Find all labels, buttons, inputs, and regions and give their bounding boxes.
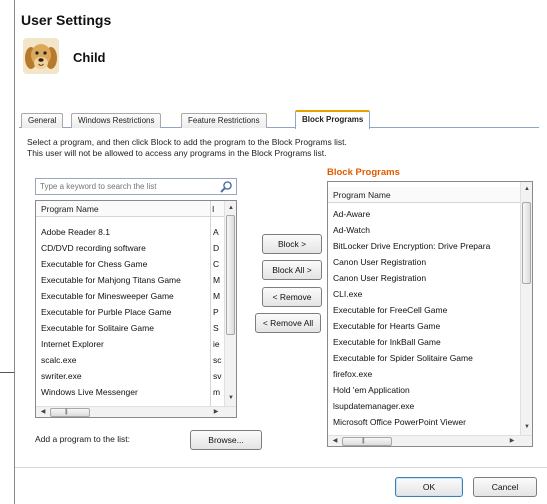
- footer-divider: [15, 467, 547, 468]
- search-icon[interactable]: [219, 180, 233, 194]
- list-item[interactable]: firefox.exe: [328, 367, 520, 382]
- list-item[interactable]: Executable for Spider Solitaire Game: [328, 351, 520, 366]
- list-item[interactable]: Windows Live Messenger: [36, 385, 206, 400]
- list-item-col2: S: [213, 323, 219, 333]
- scroll-thumb[interactable]: [522, 202, 531, 284]
- scroll-up-arrow-icon[interactable]: ▲: [521, 184, 532, 194]
- list-item[interactable]: Executable for InkBall Game: [328, 335, 520, 350]
- instructions-line-2: This user will not be allowed to access …: [27, 148, 327, 158]
- user-avatar: [23, 38, 59, 74]
- list-item-col2: sv: [213, 371, 222, 381]
- column-header-program-name[interactable]: Program Name: [41, 204, 99, 214]
- ok-button[interactable]: OK: [395, 477, 463, 497]
- program-search-box: [35, 178, 237, 195]
- list-item[interactable]: Ad-Aware: [328, 207, 520, 222]
- list-item[interactable]: lsupdatemanager.exe: [328, 399, 520, 414]
- list-item[interactable]: Executable for FreeCell Game: [328, 303, 520, 318]
- tab-feature-restrictions[interactable]: Feature Restrictions: [181, 113, 267, 128]
- available-programs-list[interactable]: Program Name I Adobe Reader 8.1 A CD/DVD…: [35, 200, 237, 418]
- list-item-col2: M: [213, 291, 221, 301]
- user-settings-window: User Settings Child General Windows Rest…: [14, 0, 547, 504]
- blocked-list-vertical-scrollbar[interactable]: ▲ ▼: [520, 182, 532, 435]
- scroll-right-arrow-icon[interactable]: ▶: [506, 436, 518, 446]
- list-item-col2: D: [213, 243, 220, 253]
- list-item[interactable]: Executable for Solitaire Game: [36, 321, 206, 336]
- available-list-horizontal-scrollbar[interactable]: ◀ ||| ▶: [36, 406, 236, 417]
- scroll-grip-icon: |||: [362, 438, 365, 444]
- list-item[interactable]: BitLocker Drive Encryption: Drive Prepar…: [328, 239, 520, 254]
- remove-all-button[interactable]: < Remove All: [255, 313, 321, 333]
- list-item[interactable]: Canon User Registration: [328, 255, 520, 270]
- scroll-left-arrow-icon[interactable]: ◀: [37, 407, 49, 417]
- block-button[interactable]: Block >: [262, 234, 322, 254]
- user-name: Child: [73, 50, 106, 65]
- list-item-col2: C: [213, 259, 220, 269]
- instructions-line-1: Select a program, and then click Block t…: [27, 137, 347, 147]
- list-item-col2: ie: [213, 339, 220, 349]
- blocked-list-horizontal-scrollbar[interactable]: ◀ ||| ▶: [328, 435, 532, 446]
- list-item-col2: A: [213, 227, 219, 237]
- tab-strip: General Windows Restrictions Feature Res…: [19, 110, 539, 129]
- window-title: User Settings: [21, 12, 112, 28]
- list-item[interactable]: Ad-Watch: [328, 223, 520, 238]
- scroll-right-arrow-icon[interactable]: ▶: [210, 407, 222, 417]
- available-list-header: Program Name I: [36, 201, 225, 217]
- list-item[interactable]: CLI.exe: [328, 287, 520, 302]
- block-all-button[interactable]: Block All >: [262, 260, 322, 280]
- list-item[interactable]: scalc.exe: [36, 353, 206, 368]
- scroll-thumb-horizontal[interactable]: |||: [50, 408, 90, 417]
- list-item[interactable]: CD/DVD recording software: [36, 241, 206, 256]
- column-header-second[interactable]: I: [212, 201, 214, 217]
- tab-block-programs[interactable]: Block Programs: [295, 110, 371, 129]
- list-item-col2: M: [213, 275, 221, 285]
- list-item[interactable]: Executable for Purble Place Game: [36, 305, 206, 320]
- remove-button[interactable]: < Remove: [262, 287, 322, 307]
- scroll-thumb-horizontal[interactable]: |||: [342, 437, 392, 446]
- list-item[interactable]: Adobe Reader 8.1: [36, 225, 206, 240]
- list-item[interactable]: Executable for Minesweeper Game: [36, 289, 206, 304]
- list-item[interactable]: Executable for Mahjong Titans Game: [36, 273, 206, 288]
- blocked-programs-list[interactable]: Program Name Ad-Aware Ad-Watch BitLocker…: [327, 181, 533, 447]
- program-search-input[interactable]: [36, 179, 212, 194]
- tab-windows-restrictions[interactable]: Windows Restrictions: [71, 113, 162, 128]
- tab-general[interactable]: General: [21, 113, 64, 128]
- scroll-down-arrow-icon[interactable]: ▼: [521, 422, 532, 432]
- list-item[interactable]: Canon User Registration: [328, 271, 520, 286]
- list-item[interactable]: Executable for Chess Game: [36, 257, 206, 272]
- dog-avatar-icon: [23, 38, 59, 74]
- list-item[interactable]: Microsoft Office PowerPoint Viewer: [328, 415, 520, 430]
- list-item-col2: m: [213, 387, 221, 397]
- list-item[interactable]: Executable for Hearts Game: [328, 319, 520, 334]
- blocked-list-header[interactable]: Program Name: [328, 187, 521, 203]
- list-item-col2: P: [213, 307, 219, 317]
- available-list-vertical-scrollbar[interactable]: ▲ ▼: [224, 201, 236, 406]
- scroll-grip-icon: |||: [65, 409, 68, 415]
- block-programs-heading: Block Programs: [327, 167, 400, 178]
- add-program-label: Add a program to the list:: [35, 434, 130, 444]
- list-item[interactable]: Internet Explorer: [36, 337, 206, 352]
- list-item-col2: sc: [213, 355, 222, 365]
- cancel-button[interactable]: Cancel: [473, 477, 537, 497]
- instructions-text: Select a program, and then click Block t…: [27, 137, 467, 159]
- scroll-left-arrow-icon[interactable]: ◀: [329, 436, 341, 446]
- browse-button[interactable]: Browse...: [190, 430, 262, 450]
- list-item[interactable]: Hold 'em Application: [328, 383, 520, 398]
- scroll-thumb[interactable]: [226, 215, 235, 335]
- scroll-up-arrow-icon[interactable]: ▲: [225, 203, 236, 213]
- list-item[interactable]: swriter.exe: [36, 369, 206, 384]
- scroll-down-arrow-icon[interactable]: ▼: [225, 393, 236, 403]
